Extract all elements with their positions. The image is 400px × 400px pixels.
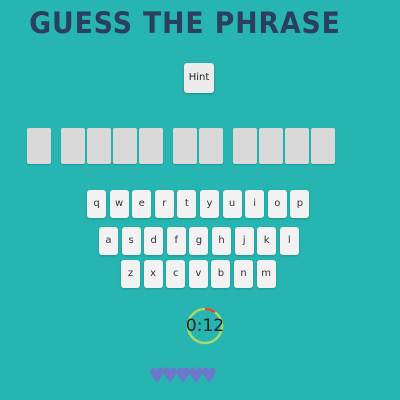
key-a[interactable]: a [99, 227, 118, 255]
heart-icon [176, 367, 190, 383]
hint-button[interactable]: Hint [184, 63, 214, 93]
key-s[interactable]: s [121, 227, 141, 255]
heart-icon [189, 367, 203, 383]
key-m[interactable]: m [256, 260, 276, 288]
letter-tile [61, 128, 85, 164]
heart-icon [163, 367, 177, 383]
key-p[interactable]: p [290, 190, 310, 218]
letter-tile [233, 128, 257, 164]
key-i[interactable]: i [245, 190, 265, 218]
key-t[interactable]: t [177, 190, 197, 218]
letter-tile [173, 128, 197, 164]
key-r[interactable]: r [154, 190, 174, 218]
game-title: GUESS THE PHRASE [29, 6, 341, 40]
key-k[interactable]: k [257, 227, 277, 255]
heart-icon [202, 367, 216, 383]
letter-tile [139, 128, 163, 164]
countdown-timer: 0:12 [185, 306, 225, 346]
key-l[interactable]: l [279, 227, 299, 255]
letter-tile [285, 128, 309, 164]
letter-tile [27, 128, 51, 164]
key-j[interactable]: j [234, 227, 254, 255]
key-n[interactable]: n [234, 260, 253, 288]
key-e[interactable]: e [132, 190, 152, 218]
key-f[interactable]: f [166, 227, 186, 255]
key-q[interactable]: q [87, 190, 106, 218]
key-x[interactable]: x [143, 260, 163, 288]
key-z[interactable]: z [121, 260, 140, 288]
key-d[interactable]: d [144, 227, 164, 255]
letter-tile [311, 128, 335, 164]
key-o[interactable]: o [267, 190, 287, 218]
letter-tile [199, 128, 223, 164]
key-b[interactable]: b [211, 260, 231, 288]
heart-icon [150, 367, 164, 383]
letter-tile [259, 128, 283, 164]
key-v[interactable]: v [188, 260, 208, 288]
key-c[interactable]: c [166, 260, 186, 288]
timer-text: 0:12 [185, 316, 225, 336]
key-y[interactable]: y [200, 190, 219, 218]
key-g[interactable]: g [189, 227, 209, 255]
key-u[interactable]: u [222, 190, 242, 218]
letter-tile [87, 128, 111, 164]
key-w[interactable]: w [109, 190, 129, 218]
letter-tile [113, 128, 137, 164]
key-h[interactable]: h [212, 227, 231, 255]
